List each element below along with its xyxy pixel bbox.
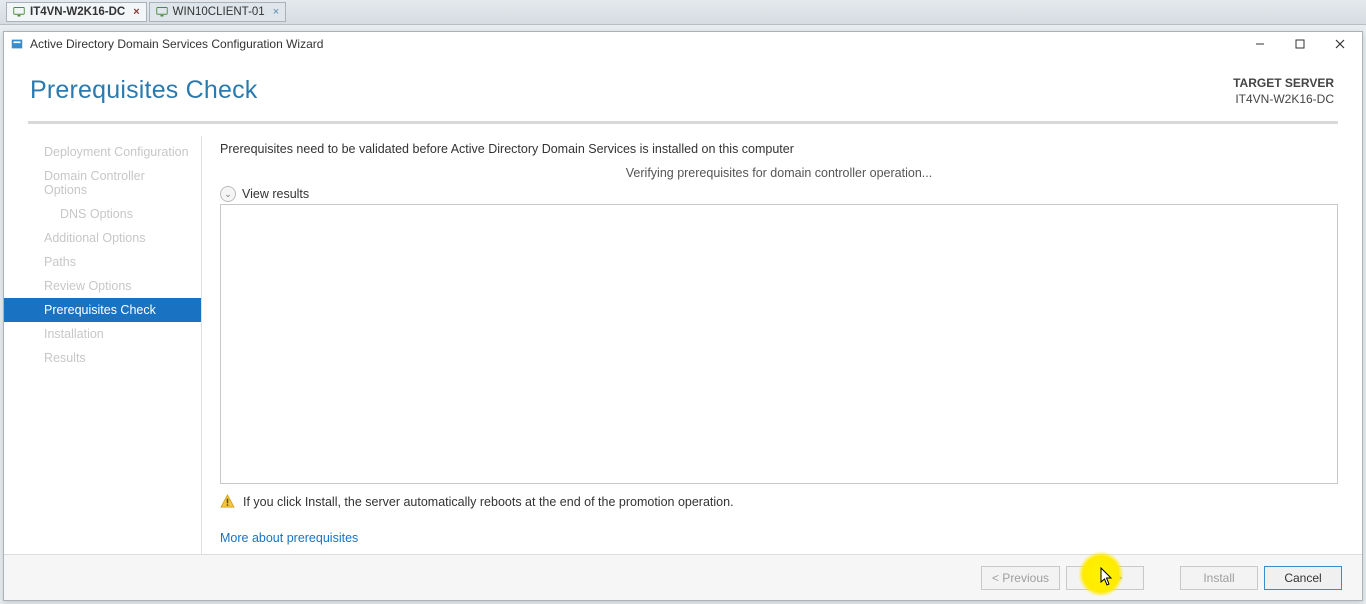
minimize-button[interactable]: [1240, 33, 1280, 55]
warning-text: If you click Install, the server automat…: [243, 495, 734, 509]
content: Deployment Configuration Domain Controll…: [4, 124, 1362, 554]
close-icon[interactable]: ×: [273, 6, 279, 18]
page-title: Prerequisites Check: [30, 76, 258, 105]
intro-text: Prerequisites need to be validated befor…: [220, 142, 1338, 156]
maximize-icon: [1295, 39, 1305, 49]
minimize-icon: [1255, 39, 1265, 49]
close-icon[interactable]: ×: [133, 6, 139, 18]
next-button: Next >: [1066, 566, 1144, 590]
window-title: Active Directory Domain Services Configu…: [30, 37, 1240, 51]
vm-tab-inactive[interactable]: WIN10CLIENT-01 ×: [149, 2, 286, 22]
results-box: [220, 204, 1338, 484]
nav-domain-controller-options: Domain Controller Options: [4, 164, 201, 202]
target-label: TARGET SERVER: [1233, 76, 1334, 92]
wizard-nav: Deployment Configuration Domain Controll…: [4, 136, 202, 554]
titlebar: Active Directory Domain Services Configu…: [4, 32, 1362, 56]
vm-tab-label: IT4VN-W2K16-DC: [30, 6, 125, 18]
warning-row: If you click Install, the server automat…: [220, 494, 1338, 509]
chevron-down-icon: ⌄: [220, 186, 236, 202]
app-icon: [10, 37, 24, 51]
vm-tab-label: WIN10CLIENT-01: [173, 6, 265, 18]
monitor-icon: [156, 6, 168, 18]
nav-dns-options: DNS Options: [4, 202, 201, 226]
header: Prerequisites Check TARGET SERVER IT4VN-…: [4, 56, 1362, 121]
target-info: TARGET SERVER IT4VN-W2K16-DC: [1233, 76, 1334, 107]
maximize-button[interactable]: [1280, 33, 1320, 55]
wizard-dialog: Active Directory Domain Services Configu…: [3, 31, 1363, 601]
nav-deployment-configuration: Deployment Configuration: [4, 140, 201, 164]
nav-installation: Installation: [4, 322, 201, 346]
warning-icon: [220, 494, 235, 509]
close-icon: [1335, 39, 1345, 49]
nav-additional-options: Additional Options: [4, 226, 201, 250]
view-results-label: View results: [242, 187, 309, 201]
monitor-icon: [13, 6, 25, 18]
status-text: Verifying prerequisites for domain contr…: [220, 166, 1338, 180]
nav-review-options: Review Options: [4, 274, 201, 298]
main-pane: Prerequisites need to be validated befor…: [220, 136, 1338, 554]
cancel-button[interactable]: Cancel: [1264, 566, 1342, 590]
close-button[interactable]: [1320, 33, 1360, 55]
target-server-name: IT4VN-W2K16-DC: [1233, 92, 1334, 108]
nav-prerequisites-check[interactable]: Prerequisites Check: [4, 298, 201, 322]
view-results-expander[interactable]: ⌄ View results: [220, 186, 1338, 202]
more-about-prerequisites-link[interactable]: More about prerequisites: [220, 531, 1338, 545]
window-controls: [1240, 33, 1360, 55]
previous-button: < Previous: [981, 566, 1060, 590]
vm-tab-active[interactable]: IT4VN-W2K16-DC ×: [6, 2, 147, 22]
footer: < Previous Next > Install Cancel: [4, 554, 1362, 600]
vm-tab-bar: IT4VN-W2K16-DC × WIN10CLIENT-01 ×: [0, 0, 1366, 25]
nav-paths: Paths: [4, 250, 201, 274]
install-button: Install: [1180, 566, 1258, 590]
nav-results: Results: [4, 346, 201, 370]
